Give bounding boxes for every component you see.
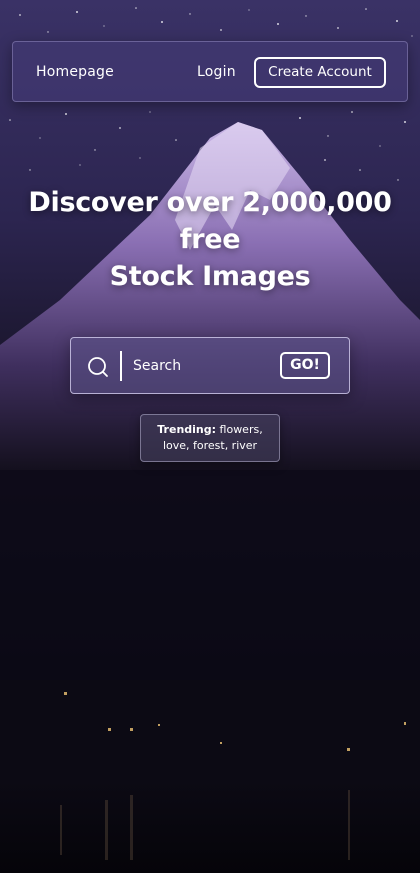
hero-title-line-2: Stock Images [109,261,311,292]
go-button[interactable]: GO! [280,352,330,379]
hero-title-line-1: Discover over 2,000,000 free [28,187,392,255]
trending-tags-line-2[interactable]: love, forest, river [141,438,279,454]
search-input[interactable] [133,354,273,378]
top-nav-bar: Homepage Login Create Account [12,41,408,102]
create-account-button[interactable]: Create Account [254,57,386,88]
trending-label: Trending: [157,423,217,436]
trending-tags-line-1[interactable]: flowers, [220,423,263,436]
search-icon[interactable] [87,356,109,378]
trending-tags: Trending: flowers, love, forest, river [140,414,280,462]
homepage-link[interactable]: Homepage [36,64,114,80]
trending-line-1: Trending: flowers, [141,422,279,438]
search-bar: GO! [70,337,350,394]
hero-title: Discover over 2,000,000 free Stock Image… [0,184,420,295]
login-link[interactable]: Login [197,64,236,80]
search-divider [120,351,122,381]
